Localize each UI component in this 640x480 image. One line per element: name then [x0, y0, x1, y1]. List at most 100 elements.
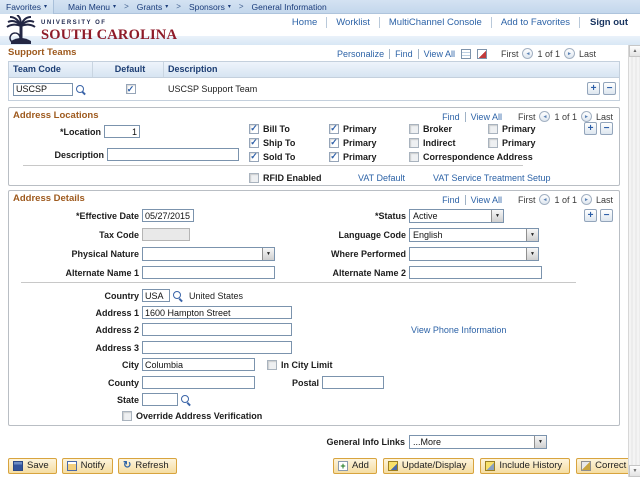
country-input[interactable]: [142, 289, 170, 302]
location-input[interactable]: [104, 125, 140, 138]
chevron-down-icon: ▾: [113, 4, 117, 10]
next-row-icon[interactable]: ►: [563, 48, 575, 59]
ship-to-checkbox[interactable]: ✓: [249, 137, 259, 148]
language-code-select[interactable]: English ▼: [409, 227, 539, 242]
location-description-input[interactable]: [107, 148, 239, 161]
first-label[interactable]: First: [518, 195, 536, 205]
personalize-link[interactable]: Personalize: [337, 49, 384, 59]
state-input[interactable]: [142, 393, 178, 406]
vat-default-link[interactable]: VAT Default: [358, 173, 405, 183]
find-link[interactable]: Find: [442, 195, 460, 205]
override-address-verification-checkbox[interactable]: [122, 410, 132, 421]
view-all-link[interactable]: View All: [417, 48, 455, 59]
state-lookup-icon[interactable]: [180, 394, 191, 405]
in-city-limit-checkbox[interactable]: [267, 359, 277, 370]
where-performed-select[interactable]: ▼: [409, 246, 539, 261]
save-button[interactable]: Save: [8, 457, 57, 474]
correspondence-address-checkbox[interactable]: [409, 151, 419, 162]
menu-grants[interactable]: Grants ▾: [131, 0, 175, 14]
refresh-button[interactable]: ↻ Refresh: [117, 457, 177, 474]
add-row-icon[interactable]: +: [584, 122, 597, 135]
find-link[interactable]: Find: [442, 112, 460, 122]
address1-input[interactable]: [142, 306, 292, 319]
first-label[interactable]: First: [501, 49, 519, 59]
correct-history-icon: [581, 460, 592, 471]
rfid-enabled-checkbox[interactable]: [249, 172, 259, 183]
home-link[interactable]: Home: [283, 17, 326, 28]
delete-row-icon[interactable]: −: [603, 82, 616, 95]
update-display-button[interactable]: Update/Display: [382, 457, 475, 474]
add-to-favorites-link[interactable]: Add to Favorites: [490, 17, 579, 28]
address-details-gridbar: Find View All First ◄ 1 of 1 ► Last: [442, 192, 613, 207]
sold-to-primary-checkbox[interactable]: ✓: [329, 151, 339, 162]
alternate-name1-input[interactable]: [142, 266, 275, 279]
team-code-lookup-icon[interactable]: [75, 84, 86, 95]
indirect-checkbox[interactable]: [409, 137, 419, 148]
default-checkbox[interactable]: ✓: [125, 84, 136, 94]
delete-row-icon[interactable]: −: [600, 209, 613, 222]
logo-university-of: UNIVERSITY OF: [41, 20, 107, 26]
postal-input[interactable]: [322, 376, 384, 389]
view-all-link[interactable]: View All: [464, 111, 502, 122]
next-row-icon[interactable]: ►: [580, 194, 592, 205]
download-grid-icon[interactable]: [460, 48, 471, 59]
find-link[interactable]: Find: [389, 48, 413, 59]
language-code-label: Language Code: [338, 229, 406, 240]
address3-input[interactable]: [142, 341, 292, 354]
last-label[interactable]: Last: [579, 49, 596, 59]
update-display-icon: [387, 460, 398, 471]
effective-date-input[interactable]: [142, 209, 194, 222]
broker-primary-checkbox[interactable]: [488, 123, 498, 134]
previous-row-icon[interactable]: ◄: [522, 48, 534, 59]
menu-main-menu[interactable]: Main Menu ▾: [62, 0, 122, 14]
view-phone-information-link[interactable]: View Phone Information: [411, 325, 506, 335]
notify-button[interactable]: Notify: [61, 457, 113, 474]
bill-to-primary-checkbox[interactable]: ✓: [329, 123, 339, 134]
menu-sponsors[interactable]: Sponsors ▾: [183, 0, 237, 14]
indirect-primary-checkbox[interactable]: [488, 137, 498, 148]
export-to-excel-icon[interactable]: [476, 48, 487, 59]
team-code-input[interactable]: [13, 82, 73, 96]
alternate-name2-input[interactable]: [409, 266, 542, 279]
tax-code-input: [142, 228, 190, 241]
worklist-link[interactable]: Worklist: [326, 17, 379, 28]
county-input[interactable]: [142, 376, 255, 389]
country-lookup-icon[interactable]: [172, 290, 183, 301]
address-locations-groupbox: Address Locations Find View All First ◄ …: [8, 107, 620, 186]
support-teams-grid: Team Code Default Description ✓ USCSP Su…: [8, 61, 620, 101]
multichannel-console-link[interactable]: MultiChannel Console: [378, 17, 491, 28]
ship-to-primary-checkbox[interactable]: ✓: [329, 137, 339, 148]
status-select[interactable]: Active ▼: [409, 208, 504, 223]
last-label[interactable]: Last: [596, 112, 613, 122]
add-button[interactable]: + Add: [333, 457, 377, 474]
sign-out-link[interactable]: Sign out: [579, 17, 630, 28]
breadcrumb-separator: >: [176, 2, 181, 11]
scroll-up-icon[interactable]: ▲: [629, 45, 640, 57]
general-info-links-select[interactable]: ...More ▼: [409, 434, 547, 449]
include-history-button[interactable]: Include History: [480, 457, 571, 474]
previous-row-icon[interactable]: ◄: [539, 194, 551, 205]
vertical-scrollbar[interactable]: ▲ ▼: [628, 45, 640, 477]
delete-row-icon[interactable]: −: [600, 122, 613, 135]
view-all-link[interactable]: View All: [464, 194, 502, 205]
row-count: 1 of 1: [554, 194, 577, 205]
previous-row-icon[interactable]: ◄: [539, 111, 551, 122]
alternate-name1-label: Alternate Name 1: [65, 267, 139, 278]
first-label[interactable]: First: [518, 112, 536, 122]
menu-favorites[interactable]: Favorites ▾: [0, 0, 54, 14]
page-toolbar-left: Save Notify ↻ Refresh: [8, 457, 177, 474]
city-input[interactable]: [142, 358, 255, 371]
add-row-icon[interactable]: +: [587, 82, 600, 95]
general-info-links-label: General Info Links: [326, 436, 405, 447]
bill-to-checkbox[interactable]: ✓: [249, 123, 259, 134]
add-row-icon[interactable]: +: [584, 209, 597, 222]
last-label[interactable]: Last: [596, 195, 613, 205]
sold-to-checkbox[interactable]: ✓: [249, 151, 259, 162]
scroll-down-icon[interactable]: ▼: [629, 465, 640, 477]
menu-sponsors-label: Sponsors: [188, 1, 225, 12]
physical-nature-select[interactable]: ▼: [142, 246, 275, 261]
address2-input[interactable]: [142, 323, 292, 336]
vat-service-treatment-setup-link[interactable]: VAT Service Treatment Setup: [433, 173, 551, 183]
broker-checkbox[interactable]: [409, 123, 419, 134]
county-label: County: [108, 377, 139, 388]
